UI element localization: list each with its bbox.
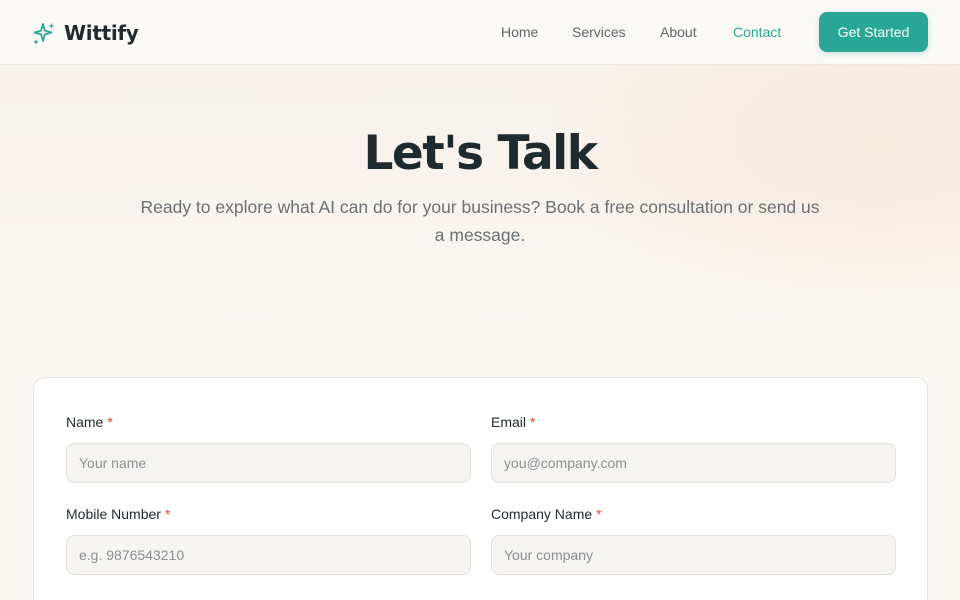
page-title: Let's Talk [363,126,598,181]
required-marker: * [164,506,171,522]
email-label: Email * [491,413,896,431]
company-field: Company Name * [491,505,896,575]
contact-form-card: Name* Email* Mobile Number* Company Name… [33,377,928,600]
name-input[interactable] [66,443,471,483]
nav-about[interactable]: About [660,24,697,40]
mobile-input[interactable] [66,535,471,575]
get-started-button[interactable]: Get Started [819,12,928,52]
name-field: Name * [66,413,471,483]
company-input[interactable] [491,535,896,575]
email-label-text: Email [491,414,527,430]
name-label-text: Name [66,414,104,430]
site-header: Wittify Home Services About Contact Get … [0,0,960,65]
email-field: Email * [491,413,896,483]
brand-name: Wittify [64,21,139,45]
nav-home[interactable]: Home [501,24,538,40]
company-label-text: Company Name [491,506,593,522]
required-marker: * [107,414,113,430]
mobile-label: Mobile Number * [66,505,471,523]
nav-contact[interactable]: Contact [733,24,781,40]
required-marker: * [530,414,536,430]
mobile-field: Mobile Number * [66,505,471,575]
sparkle-icon [33,22,55,44]
company-label: Company Name * [491,505,896,523]
nav-services[interactable]: Services [572,24,626,40]
email-input[interactable] [491,443,896,483]
required-marker: * [596,506,602,522]
page-subtitle: Ready to explore what AI can do for your… [140,197,820,245]
name-label: Name * [66,413,471,431]
brand-logo[interactable]: Wittify [32,18,139,48]
mobile-label-text: Mobile Number [66,506,161,522]
